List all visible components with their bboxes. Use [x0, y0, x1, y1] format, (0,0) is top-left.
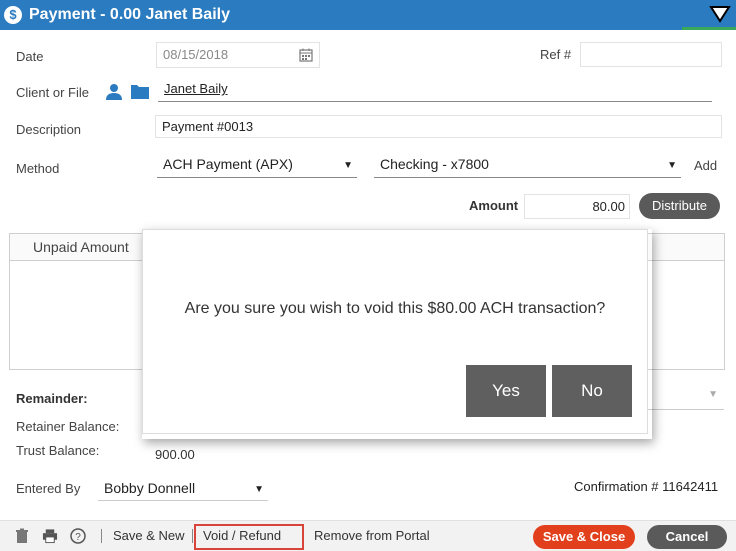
date-field[interactable]: 08/15/2018	[156, 42, 320, 68]
void-confirm-dialog: Are you sure you wish to void this $80.0…	[142, 229, 648, 434]
dropdown-arrow-icon: ▼	[254, 484, 264, 495]
method-select[interactable]: ACH Payment (APX) ▼	[157, 152, 357, 178]
separator	[192, 529, 193, 543]
help-icon[interactable]: ?	[70, 528, 86, 544]
method-value: ACH Payment (APX)	[163, 156, 293, 172]
title-bar: $ Payment - 0.00 Janet Baily	[0, 0, 736, 30]
account-value: Checking - x7800	[380, 156, 489, 172]
calendar-icon[interactable]	[299, 48, 313, 62]
trash-icon[interactable]	[14, 528, 30, 544]
title-accent-bar	[682, 27, 736, 30]
no-button[interactable]: No	[552, 365, 632, 417]
retainer-balance-label: Retainer Balance:	[16, 419, 120, 434]
method-label: Method	[16, 161, 60, 176]
trust-balance-value: 900.00	[155, 447, 195, 462]
person-icon[interactable]	[105, 83, 123, 101]
distribute-button[interactable]: Distribute	[639, 193, 720, 219]
save-new-button[interactable]: Save & New	[113, 528, 185, 543]
entered-by-value: Bobby Donnell	[104, 480, 196, 496]
save-close-button[interactable]: Save & Close	[533, 525, 635, 549]
bottom-toolbar: ? Save & New Void / Refund Remove from P…	[0, 520, 736, 551]
svg-text:?: ?	[75, 532, 81, 543]
yes-button[interactable]: Yes	[466, 365, 546, 417]
dropdown-arrow-icon: ▼	[708, 389, 718, 400]
folder-icon[interactable]	[130, 83, 150, 100]
remainder-label: Remainder:	[16, 391, 88, 406]
unpaid-amount-header: Unpaid Amount	[33, 239, 129, 255]
amount-label: Amount	[469, 198, 519, 213]
ref-input[interactable]	[580, 42, 722, 67]
cancel-button[interactable]: Cancel	[647, 525, 727, 549]
dropdown-arrow-icon: ▼	[343, 160, 353, 171]
dropdown-arrow-icon: ▼	[667, 160, 677, 171]
dialog-message: Are you sure you wish to void this $80.0…	[184, 300, 606, 317]
client-label: Client or File	[16, 85, 89, 100]
window-title: Payment - 0.00 Janet Baily	[29, 6, 230, 23]
dollar-icon: $	[4, 6, 22, 24]
date-value: 08/15/2018	[163, 47, 229, 62]
date-label: Date	[16, 49, 44, 64]
separator	[101, 529, 102, 543]
description-input[interactable]: Payment #0013	[155, 115, 722, 138]
account-select[interactable]: Checking - x7800 ▼	[374, 152, 681, 178]
collapse-caret-icon[interactable]	[708, 3, 732, 25]
remove-from-portal-button[interactable]: Remove from Portal	[314, 528, 430, 543]
print-icon[interactable]	[42, 528, 58, 544]
description-label: Description	[16, 122, 82, 137]
amount-input[interactable]: 80.00	[524, 194, 630, 219]
ref-label: Ref #	[540, 47, 572, 62]
entered-by-select[interactable]: Bobby Donnell ▼	[98, 476, 268, 501]
confirmation-number: Confirmation # 11642411	[574, 479, 719, 494]
add-account-link[interactable]: Add	[694, 158, 717, 173]
remainder-select[interactable]: ▼	[640, 385, 724, 410]
entered-by-label: Entered By	[16, 481, 81, 496]
void-refund-button[interactable]: Void / Refund	[203, 528, 281, 543]
trust-balance-label: Trust Balance:	[16, 443, 100, 458]
client-input[interactable]: Janet Baily	[158, 78, 712, 102]
